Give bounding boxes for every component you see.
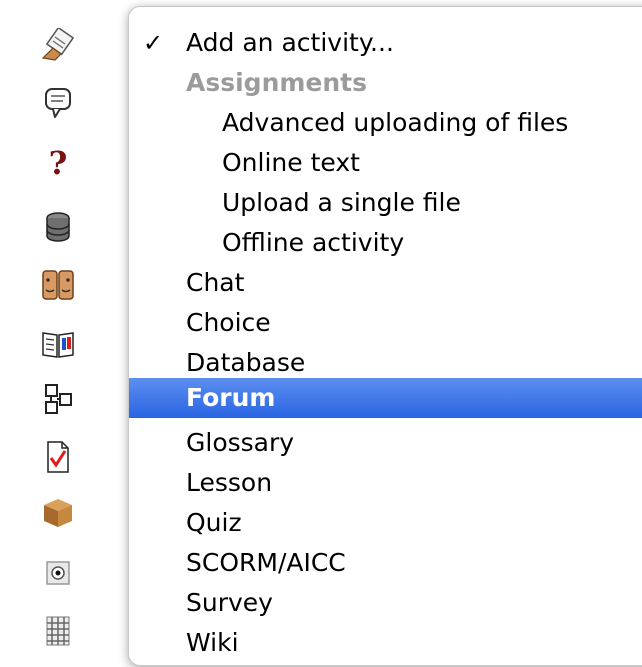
menu-item-database[interactable]: Database — [129, 343, 642, 383]
quiz-icon — [30, 440, 86, 474]
menu-item-quiz[interactable]: Quiz — [129, 503, 642, 543]
menu-item-label: Upload a single file — [222, 188, 461, 217]
menu-item-wiki[interactable]: Wiki — [129, 623, 642, 663]
menu-item-label: Chat — [186, 268, 245, 297]
menu-item-upload-single-file[interactable]: Upload a single file — [129, 183, 642, 223]
menu-item-label: Advanced uploading of files — [222, 108, 569, 137]
menu-item-label: Choice — [186, 308, 271, 337]
scorm-icon — [30, 496, 86, 530]
lesson-icon — [30, 382, 86, 416]
svg-text:?: ? — [49, 145, 68, 179]
menu-item-label: Survey — [186, 588, 273, 617]
checkmark-icon: ✓ — [143, 29, 164, 57]
menu-item-label: Quiz — [186, 508, 242, 537]
chat-icon — [30, 86, 86, 120]
menu-item-label: Online text — [222, 148, 360, 177]
glossary-icon — [30, 327, 86, 361]
choice-icon: ? — [30, 145, 86, 179]
wiki-icon — [30, 614, 86, 648]
menu-group-label: Assignments — [186, 68, 368, 97]
menu-item-choice[interactable]: Choice — [129, 303, 642, 343]
menu-item-label: Database — [186, 348, 306, 377]
menu-item-label: Forum — [186, 383, 276, 412]
database-icon — [30, 210, 86, 244]
menu-item-label: Offline activity — [222, 228, 405, 257]
menu-item-offline-activity[interactable]: Offline activity — [129, 223, 642, 263]
menu-group-header-assignments: Assignments — [129, 63, 642, 103]
menu-item-scorm-aicc[interactable]: SCORM/AICC — [129, 543, 642, 583]
menu-item-lesson[interactable]: Lesson — [129, 463, 642, 503]
assignment-icon — [30, 28, 86, 62]
menu-item-label: Add an activity... — [186, 28, 394, 57]
survey-icon — [30, 556, 86, 590]
menu-item-advanced-uploading[interactable]: Advanced uploading of files — [129, 103, 642, 143]
menu-item-chat[interactable]: Chat — [129, 263, 642, 303]
menu-item-forum[interactable]: Forum — [129, 378, 642, 418]
menu-item-online-text[interactable]: Online text — [129, 143, 642, 183]
menu-item-label: Lesson — [186, 468, 273, 497]
menu-item-label: Glossary — [186, 428, 295, 457]
menu-item-label: SCORM/AICC — [186, 548, 346, 577]
menu-item-label: Wiki — [186, 628, 239, 657]
activity-dropdown-menu: ✓ Add an activity... Assignments Advance… — [128, 6, 642, 666]
menu-item-survey[interactable]: Survey — [129, 583, 642, 623]
activity-icon-column: ? — [30, 0, 90, 667]
forum-icon — [30, 268, 86, 302]
menu-item-add-an-activity[interactable]: ✓ Add an activity... — [129, 23, 642, 63]
menu-item-glossary[interactable]: Glossary — [129, 423, 642, 463]
